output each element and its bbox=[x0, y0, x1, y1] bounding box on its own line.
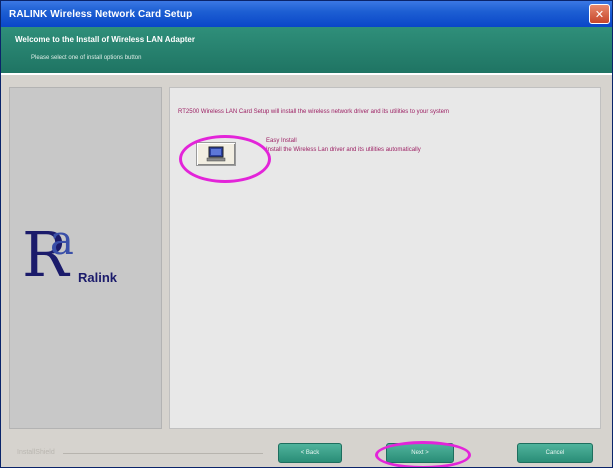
easy-install-description: Install the Wireless Lan driver and its … bbox=[266, 147, 421, 153]
button-bar: InstallShield < Back Next > Cancel bbox=[1, 437, 612, 467]
window-title: RALINK Wireless Network Card Setup bbox=[9, 8, 193, 20]
title-bar: RALINK Wireless Network Card Setup ✕ bbox=[1, 1, 612, 27]
footer-divider bbox=[63, 453, 263, 454]
brand-panel: R a Ralink bbox=[9, 87, 162, 429]
logo-text: Ralink bbox=[78, 270, 118, 285]
banner-title: Welcome to the Install of Wireless LAN A… bbox=[15, 35, 195, 44]
easy-install-button[interactable] bbox=[196, 142, 236, 166]
ralink-logo: R a Ralink bbox=[20, 218, 160, 298]
computer-icon bbox=[206, 146, 226, 162]
ralink-logo-icon: R a bbox=[22, 218, 74, 291]
cancel-button[interactable]: Cancel bbox=[517, 443, 593, 463]
banner-subtitle: Please select one of install options but… bbox=[31, 55, 142, 61]
installshield-label: InstallShield bbox=[17, 449, 55, 456]
next-button[interactable]: Next > bbox=[386, 443, 454, 463]
back-button[interactable]: < Back bbox=[278, 443, 342, 463]
intro-text: RT2500 Wireless LAN Card Setup will inst… bbox=[178, 109, 449, 115]
content-panel: RT2500 Wireless LAN Card Setup will inst… bbox=[169, 87, 601, 429]
easy-install-title: Easy Install bbox=[266, 138, 297, 144]
close-icon: ✕ bbox=[594, 7, 605, 21]
svg-text:a: a bbox=[50, 218, 74, 264]
setup-window: RALINK Wireless Network Card Setup ✕ Wel… bbox=[0, 0, 613, 468]
header-banner: Welcome to the Install of Wireless LAN A… bbox=[1, 27, 612, 75]
close-button[interactable]: ✕ bbox=[589, 4, 610, 24]
